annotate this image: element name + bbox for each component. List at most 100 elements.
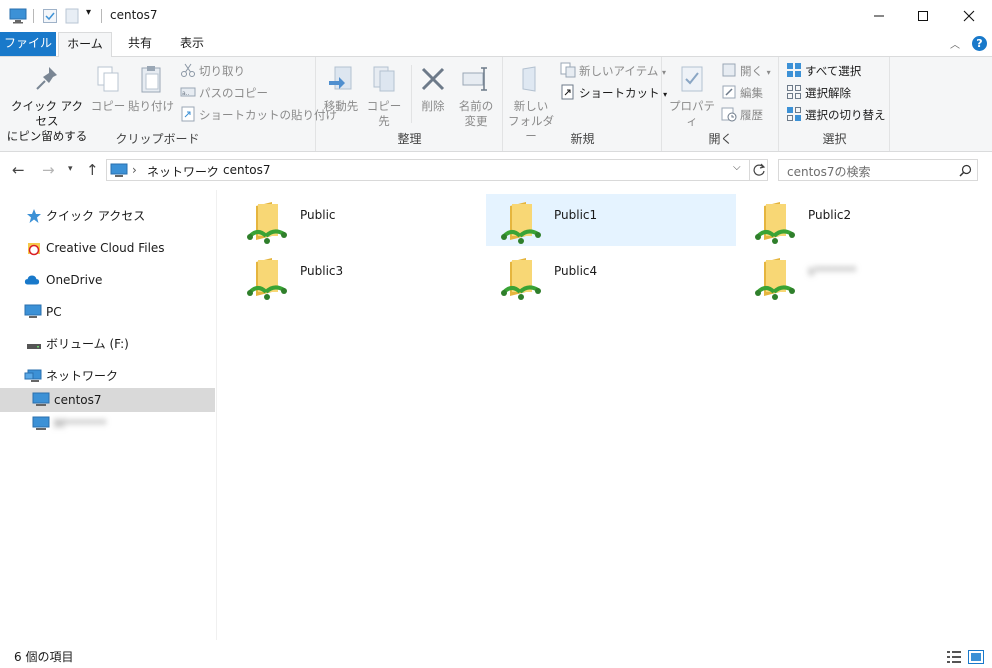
copy-to-button[interactable]: コピー先 [363, 63, 405, 129]
divider [101, 9, 102, 23]
folder-tile-public4[interactable]: Public4 [486, 250, 736, 302]
nav-label: M******* [54, 417, 107, 431]
move-to-button[interactable]: 移動先 [321, 63, 361, 114]
search-box[interactable]: centos7の検索 [778, 159, 978, 181]
details-view-icon[interactable] [946, 650, 962, 664]
folder-name: Public2 [808, 208, 852, 222]
invert-selection-button[interactable]: 選択の切り替え [786, 105, 886, 125]
cut-label: 切り取り [199, 64, 245, 78]
folder-name: Public4 [554, 264, 598, 278]
ribbon-tabs: ファイル ホーム 共有 表示 ︿ ? [0, 32, 992, 57]
title-bar: ▾ centos7 [0, 0, 992, 32]
nav-label: ネットワーク [46, 369, 119, 383]
group-organize: 移動先 コピー先 削除 名前の 変更 整理 [317, 57, 503, 151]
properties-label: プロパティ [669, 99, 715, 128]
shared-folder-icon [247, 202, 287, 244]
creative-cloud-icon [28, 243, 40, 256]
paste-button[interactable]: 貼り付け [128, 63, 174, 114]
paste-label: 貼り付け [128, 99, 174, 113]
nav-item-other-computer[interactable]: M******* [0, 412, 215, 436]
edit-button[interactable]: 編集 [721, 83, 763, 103]
shared-folder-icon [755, 258, 795, 300]
nav-item-onedrive[interactable]: OneDrive [0, 268, 215, 292]
folder-tile-redacted[interactable]: s******* [740, 250, 990, 302]
pane-divider [216, 190, 217, 640]
folder-tile-public[interactable]: Public [232, 194, 482, 246]
new-folder-quick-icon[interactable] [65, 8, 79, 24]
delete-button[interactable]: 削除 [415, 63, 451, 114]
nav-item-network[interactable]: ネットワーク [0, 364, 215, 388]
folder-tile-public2[interactable]: Public2 [740, 194, 990, 246]
delete-label: 削除 [421, 99, 445, 113]
tab-view[interactable]: 表示 [168, 32, 216, 56]
group-label-new: 新規 [570, 132, 595, 146]
refresh-icon[interactable] [752, 163, 766, 177]
copy-button[interactable]: コピー [90, 63, 126, 114]
customize-qat-dropdown-icon[interactable]: ▾ [86, 7, 91, 18]
breadcrumb-separator[interactable]: › [207, 163, 212, 177]
shared-folder-icon [755, 202, 795, 244]
cut-button[interactable]: 切り取り [180, 61, 245, 81]
group-clipboard: クイック アクセス にピン留めする コピー 貼り付け 切り取り a.. パスのコ… [0, 57, 337, 151]
shortcut-button[interactable]: ショートカット ▾ [560, 83, 667, 103]
minimize-button[interactable] [856, 0, 902, 32]
large-icons-view-icon[interactable] [968, 650, 984, 664]
breadcrumb-separator[interactable]: › [132, 163, 137, 177]
minimize-icon [874, 15, 884, 17]
paste-shortcut-button[interactable]: ショートカットの貼り付け [180, 105, 337, 125]
close-icon [963, 10, 975, 22]
nav-item-volume-f[interactable]: ボリューム (F:) [0, 332, 215, 356]
group-open: プロパティ 開く ▾ 編集 履歴 開く [663, 57, 779, 151]
computer-icon [24, 304, 42, 318]
open-button[interactable]: 開く ▾ [721, 61, 771, 81]
shared-folder-icon [501, 258, 541, 300]
nav-item-creative-cloud[interactable]: Creative Cloud Files [0, 236, 215, 260]
nav-item-centos7[interactable]: centos7 [0, 388, 215, 412]
select-all-icon [787, 63, 801, 77]
new-item-button[interactable]: 新しいアイテム ▾ [560, 61, 666, 81]
rename-label-2: 変更 [464, 114, 488, 128]
content-area: Public Public1 Public2 Public3 Public4 s… [222, 190, 990, 640]
close-button[interactable] [946, 0, 992, 32]
help-icon[interactable]: ? [972, 36, 987, 51]
paste-icon [141, 66, 161, 93]
up-arrow-icon[interactable]: ↑ [86, 161, 99, 179]
tab-share[interactable]: 共有 [114, 32, 166, 56]
computer-icon[interactable] [9, 8, 27, 24]
delete-x-icon [421, 67, 445, 91]
tab-home[interactable]: ホーム [58, 32, 112, 57]
copy-path-label: パスのコピー [199, 86, 268, 100]
nav-item-pc[interactable]: PC [0, 300, 215, 324]
nav-item-quick-access[interactable]: クイック アクセス [0, 204, 215, 228]
address-dropdown-icon[interactable]: ⌵ [733, 162, 741, 173]
ribbon: クイック アクセス にピン留めする コピー 貼り付け 切り取り a.. パスのコ… [0, 56, 992, 152]
folder-tile-public3[interactable]: Public3 [232, 250, 482, 302]
maximize-button[interactable] [900, 0, 946, 32]
new-folder-icon [522, 66, 536, 92]
group-label-select: 選択 [822, 132, 847, 146]
collapse-ribbon-icon[interactable]: ︿ [950, 36, 960, 51]
forward-arrow-icon[interactable]: → [42, 161, 55, 179]
address-bar[interactable]: › ネットワーク › centos7 ⌵ [106, 159, 768, 181]
search-icon[interactable] [959, 164, 972, 177]
rename-button[interactable]: 名前の 変更 [455, 63, 497, 129]
maximize-icon [918, 11, 928, 21]
nav-label: ボリューム (F:) [46, 337, 129, 351]
breadcrumb-centos7[interactable]: centos7 [223, 163, 271, 177]
tab-file[interactable]: ファイル [0, 32, 56, 56]
select-none-button[interactable]: 選択解除 [786, 83, 851, 103]
open-dropdown-icon: ▾ [766, 68, 771, 77]
folder-tile-public1[interactable]: Public1 [486, 194, 736, 246]
history-button[interactable]: 履歴 [721, 105, 763, 125]
nav-label: Creative Cloud Files [46, 241, 165, 255]
shortcut-label: ショートカット [579, 86, 660, 100]
scissors-icon [181, 63, 195, 77]
nav-label: クイック アクセス [46, 209, 146, 223]
copy-path-button[interactable]: a.. パスのコピー [180, 83, 268, 103]
recent-locations-chevron-icon[interactable]: ▾ [68, 164, 73, 174]
select-all-button[interactable]: すべて選択 [786, 61, 861, 81]
select-none-label: 選択解除 [805, 86, 851, 100]
properties-button[interactable]: プロパティ [667, 63, 717, 129]
back-arrow-icon[interactable]: ← [12, 161, 25, 179]
properties-check-icon[interactable] [42, 8, 58, 24]
